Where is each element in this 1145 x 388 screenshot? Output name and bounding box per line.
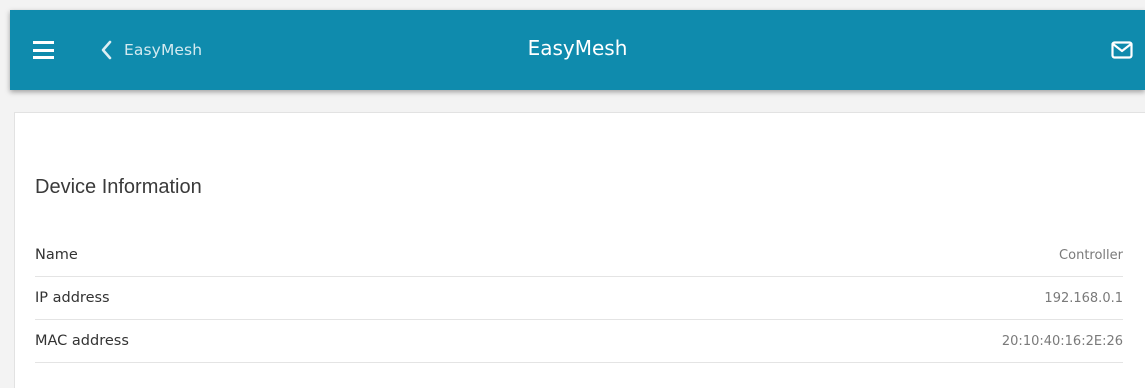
info-row-ip-address: IP address 192.168.0.1 [35,277,1123,320]
info-row-name: Name Controller [35,234,1123,277]
info-label: Name [35,247,78,263]
info-value: 20:10:40:16:2E:26 [1001,333,1123,349]
device-info-table: Name Controller IP address 192.168.0.1 M… [35,234,1123,363]
content-panel: Device Information Name Controller IP ad… [14,112,1145,388]
info-value: Controller [1059,247,1123,263]
info-label: MAC address [35,333,129,349]
info-value: 192.168.0.1 [1044,290,1123,306]
section-title: Device Information [35,176,202,198]
info-label: IP address [35,290,110,306]
info-row-mac-address: MAC address 20:10:40:16:2E:26 [35,320,1123,363]
mail-icon[interactable] [1111,41,1133,59]
page-title: EasyMesh [527,36,628,60]
top-app-bar: EasyMesh EasyMesh [10,10,1145,90]
app-page: EasyMesh EasyMesh Device Information Nam… [0,0,1145,388]
